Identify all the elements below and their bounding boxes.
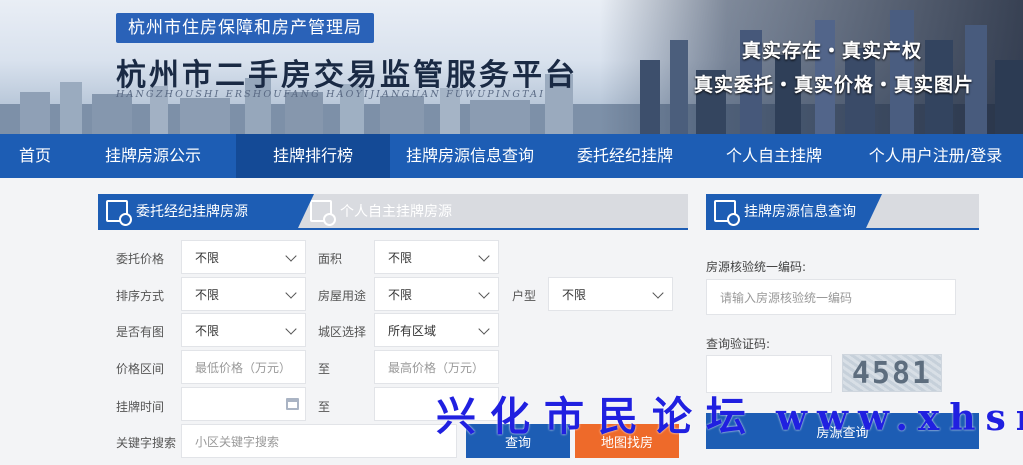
slogan-line1: 真实存在・真实产权 bbox=[742, 40, 923, 62]
tab-personal-listings[interactable]: 个人自主挂牌房源 bbox=[298, 194, 688, 228]
banner-city-panel bbox=[600, 0, 1023, 134]
has-image-select[interactable]: 不限 bbox=[181, 313, 306, 347]
nav-item-home[interactable]: 首页 bbox=[0, 134, 70, 178]
search-doc-icon bbox=[714, 200, 740, 226]
listing-time-label: 挂牌时间 bbox=[116, 400, 165, 414]
district-select[interactable]: 所有区域 bbox=[374, 313, 499, 347]
district-label: 城区选择 bbox=[318, 325, 367, 339]
platform-pinyin: HANGZHOUSHI ERSHOUFANG HAOYIJIANGUAN FUW… bbox=[116, 89, 546, 100]
captcha-label: 查询验证码: bbox=[706, 337, 771, 351]
layout-label: 户型 bbox=[512, 289, 537, 303]
has-image-label: 是否有图 bbox=[116, 325, 165, 339]
query-panel-underline bbox=[706, 228, 979, 230]
area-select[interactable]: 不限 bbox=[374, 240, 499, 274]
verification-code-input[interactable]: 请输入房源核验统一编码 bbox=[706, 279, 956, 315]
tab-underline bbox=[98, 228, 688, 230]
nav-item-personal-listing[interactable]: 个人自主挂牌 bbox=[700, 134, 848, 178]
nav-item-listing-query[interactable]: 挂牌房源信息查询 bbox=[390, 134, 550, 178]
header-banner: 杭州市住房保障和房产管理局 杭州市二手房交易监管服务平台 HANGZHOUSHI… bbox=[0, 0, 1023, 134]
keyword-label: 关键字搜索 bbox=[116, 436, 177, 450]
range-to-label: 至 bbox=[318, 362, 331, 376]
tab-personal-label: 个人自主挂牌房源 bbox=[340, 204, 452, 220]
price-range-label: 价格区间 bbox=[116, 362, 165, 376]
sort-select[interactable]: 不限 bbox=[181, 277, 306, 311]
time-to-label: 至 bbox=[318, 400, 331, 414]
slogan-line2: 真实委托・真实价格・真实图片 bbox=[694, 74, 975, 96]
keyword-input[interactable]: 小区关键字搜索 bbox=[181, 424, 457, 458]
chevron-down-icon bbox=[285, 323, 297, 335]
usage-select[interactable]: 不限 bbox=[374, 277, 499, 311]
chevron-down-icon bbox=[285, 287, 297, 299]
chevron-down-icon bbox=[285, 250, 297, 262]
tab-agent-label: 委托经纪挂牌房源 bbox=[136, 204, 248, 220]
listing-time-start-input[interactable] bbox=[181, 387, 306, 421]
search-tabs: 个人自主挂牌房源 委托经纪挂牌房源 bbox=[98, 194, 688, 228]
chevron-down-icon bbox=[478, 287, 490, 299]
nav-item-ranking[interactable]: 挂牌排行榜 bbox=[236, 134, 390, 178]
nav-item-listing-public[interactable]: 挂牌房源公示 bbox=[70, 134, 236, 178]
price-label: 委托价格 bbox=[116, 252, 165, 266]
price-select[interactable]: 不限 bbox=[181, 240, 306, 274]
platform-title: 杭州市二手房交易监管服务平台 bbox=[116, 58, 578, 93]
query-panel-title: 挂牌房源信息查询 bbox=[744, 204, 856, 220]
query-panel-header: 挂牌房源信息查询 bbox=[706, 194, 979, 228]
chevron-down-icon bbox=[478, 250, 490, 262]
forum-watermark: 兴化市民论坛www.xhsmlt.com bbox=[436, 393, 1023, 440]
chevron-down-icon bbox=[478, 323, 490, 335]
calendar-icon[interactable] bbox=[286, 398, 299, 410]
code-label: 房源核验统一编码: bbox=[706, 260, 807, 274]
bureau-label: 杭州市住房保障和房产管理局 bbox=[116, 13, 374, 43]
nav-item-agent-listing[interactable]: 委托经纪挂牌 bbox=[550, 134, 700, 178]
chevron-down-icon bbox=[652, 287, 664, 299]
search-doc-icon bbox=[106, 200, 132, 226]
max-price-input[interactable]: 最高价格（万元） bbox=[374, 350, 499, 384]
usage-label: 房屋用途 bbox=[318, 289, 367, 303]
area-label: 面积 bbox=[318, 252, 343, 266]
min-price-input[interactable]: 最低价格（万元） bbox=[181, 350, 306, 384]
sort-label: 排序方式 bbox=[116, 289, 165, 303]
tab-agent-listings[interactable]: 委托经纪挂牌房源 bbox=[98, 194, 314, 228]
skyscrapers-image bbox=[640, 10, 1023, 134]
nav-item-register-login[interactable]: 个人用户注册/登录 bbox=[848, 134, 1023, 178]
layout-select[interactable]: 不限 bbox=[548, 277, 673, 311]
main-nav: 首页 挂牌房源公示 挂牌排行榜 挂牌房源信息查询 委托经纪挂牌 个人自主挂牌 个… bbox=[0, 134, 1023, 178]
